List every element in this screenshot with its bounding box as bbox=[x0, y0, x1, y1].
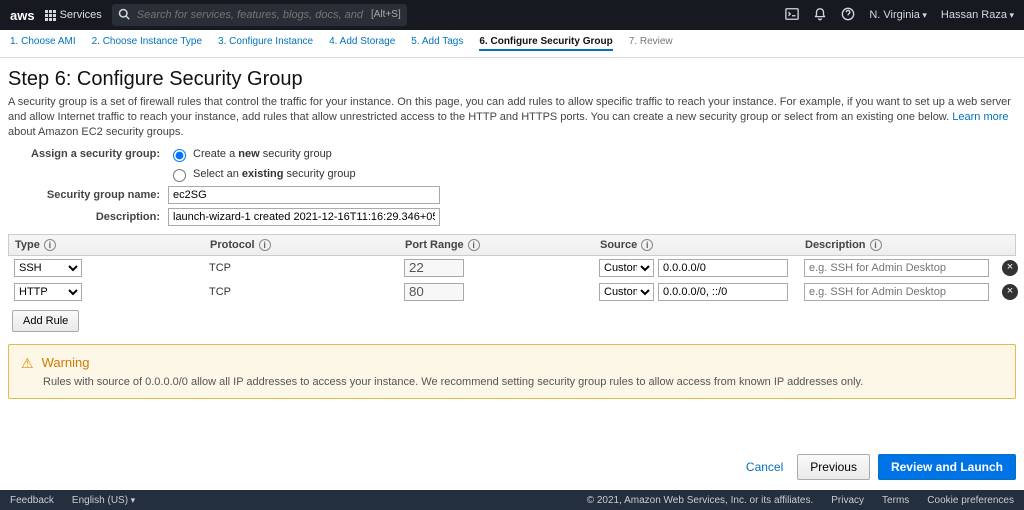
grid-icon bbox=[45, 10, 56, 21]
rule-protocol: TCP bbox=[209, 262, 404, 274]
radio-select-existing-input[interactable] bbox=[173, 169, 186, 182]
feedback-link[interactable]: Feedback bbox=[10, 495, 54, 506]
rule-description-input[interactable] bbox=[804, 259, 989, 277]
learn-more-link[interactable]: Learn more bbox=[952, 111, 1008, 123]
global-search: [Alt+S] bbox=[112, 4, 407, 26]
console-footer: Feedback English (US) © 2021, Amazon Web… bbox=[0, 490, 1024, 510]
rule-description-input[interactable] bbox=[804, 283, 989, 301]
rule-type-select[interactable]: HTTP bbox=[14, 283, 82, 301]
info-icon[interactable]: i bbox=[641, 239, 653, 251]
rules-body: SSH TCP Custom × HTTP TCP Custom × bbox=[8, 256, 1016, 304]
rule-type-select[interactable]: SSH bbox=[14, 259, 82, 277]
account-menu[interactable]: Hassan Raza bbox=[941, 9, 1014, 21]
radio-create-new-input[interactable] bbox=[173, 149, 186, 162]
notifications-icon[interactable] bbox=[813, 7, 827, 24]
col-source: Sourcei bbox=[600, 239, 805, 251]
col-protocol: Protocoli bbox=[210, 239, 405, 251]
col-type: Typei bbox=[15, 239, 210, 251]
rule-protocol: TCP bbox=[209, 286, 404, 298]
remove-rule-icon[interactable]: × bbox=[1002, 260, 1018, 276]
wizard-steps: 1. Choose AMI 2. Choose Instance Type 3.… bbox=[0, 30, 1024, 58]
info-icon[interactable]: i bbox=[259, 239, 271, 251]
col-port: Port Rangei bbox=[405, 239, 600, 251]
search-shortcut: [Alt+S] bbox=[371, 9, 401, 20]
sg-desc-input[interactable] bbox=[168, 208, 440, 226]
sg-name-label: Security group name: bbox=[8, 189, 168, 201]
sg-desc-label: Description: bbox=[8, 211, 168, 223]
cancel-button[interactable]: Cancel bbox=[740, 459, 789, 475]
warning-text: Rules with source of 0.0.0.0/0 allow all… bbox=[43, 376, 1003, 388]
step-4[interactable]: 4. Add Storage bbox=[329, 36, 395, 51]
region-selector[interactable]: N. Virginia bbox=[869, 9, 927, 21]
rules-header-row: Typei Protocoli Port Rangei Sourcei Desc… bbox=[8, 234, 1016, 256]
warning-title: Warning bbox=[42, 355, 90, 370]
step-5[interactable]: 5. Add Tags bbox=[411, 36, 463, 51]
search-icon bbox=[118, 8, 130, 23]
rule-port-input[interactable] bbox=[404, 259, 464, 277]
rule-row: SSH TCP Custom × bbox=[8, 256, 1016, 280]
warning-box: ⚠ Warning Rules with source of 0.0.0.0/0… bbox=[8, 344, 1016, 399]
step-1[interactable]: 1. Choose AMI bbox=[10, 36, 76, 51]
page-title: Step 6: Configure Security Group bbox=[8, 68, 1016, 91]
assign-sg-label: Assign a security group: bbox=[8, 148, 168, 160]
cookies-link[interactable]: Cookie preferences bbox=[927, 495, 1014, 506]
wizard-actions: Cancel Previous Review and Launch bbox=[740, 454, 1016, 480]
step-6[interactable]: 6. Configure Security Group bbox=[479, 36, 612, 51]
rule-source-cidr[interactable] bbox=[658, 283, 788, 301]
services-menu[interactable]: Services bbox=[45, 9, 102, 21]
radio-create-new[interactable]: Create a new security group bbox=[168, 146, 332, 162]
info-icon[interactable]: i bbox=[44, 239, 56, 251]
radio-select-existing[interactable]: Select an existing security group bbox=[168, 166, 356, 182]
search-input[interactable] bbox=[112, 4, 407, 26]
cloudshell-icon[interactable] bbox=[785, 7, 799, 24]
step-3[interactable]: 3. Configure Instance bbox=[218, 36, 313, 51]
warning-icon: ⚠ bbox=[21, 355, 34, 372]
review-launch-button[interactable]: Review and Launch bbox=[878, 454, 1016, 480]
remove-rule-icon[interactable]: × bbox=[1002, 284, 1018, 300]
step-2[interactable]: 2. Choose Instance Type bbox=[92, 36, 202, 51]
help-icon[interactable] bbox=[841, 7, 855, 24]
previous-button[interactable]: Previous bbox=[797, 454, 870, 480]
info-icon[interactable]: i bbox=[468, 239, 480, 251]
info-icon[interactable]: i bbox=[870, 239, 882, 251]
rule-port-input[interactable] bbox=[404, 283, 464, 301]
aws-logo[interactable]: aws bbox=[10, 8, 35, 23]
step-7[interactable]: 7. Review bbox=[629, 36, 673, 51]
language-selector[interactable]: English (US) bbox=[72, 495, 135, 506]
rule-row: HTTP TCP Custom × bbox=[8, 280, 1016, 304]
rule-source-mode[interactable]: Custom bbox=[599, 259, 654, 277]
add-rule-button[interactable]: Add Rule bbox=[12, 310, 79, 332]
privacy-link[interactable]: Privacy bbox=[831, 495, 864, 506]
services-label: Services bbox=[60, 9, 102, 21]
rule-source-mode[interactable]: Custom bbox=[599, 283, 654, 301]
terms-link[interactable]: Terms bbox=[882, 495, 909, 506]
page-description: A security group is a set of firewall ru… bbox=[8, 95, 1016, 140]
col-description: Descriptioni bbox=[805, 239, 1003, 251]
sg-name-input[interactable] bbox=[168, 186, 440, 204]
copyright-text: © 2021, Amazon Web Services, Inc. or its… bbox=[587, 495, 814, 506]
top-nav-bar: aws Services [Alt+S] N. Virginia Hassan … bbox=[0, 0, 1024, 30]
rule-source-cidr[interactable] bbox=[658, 259, 788, 277]
